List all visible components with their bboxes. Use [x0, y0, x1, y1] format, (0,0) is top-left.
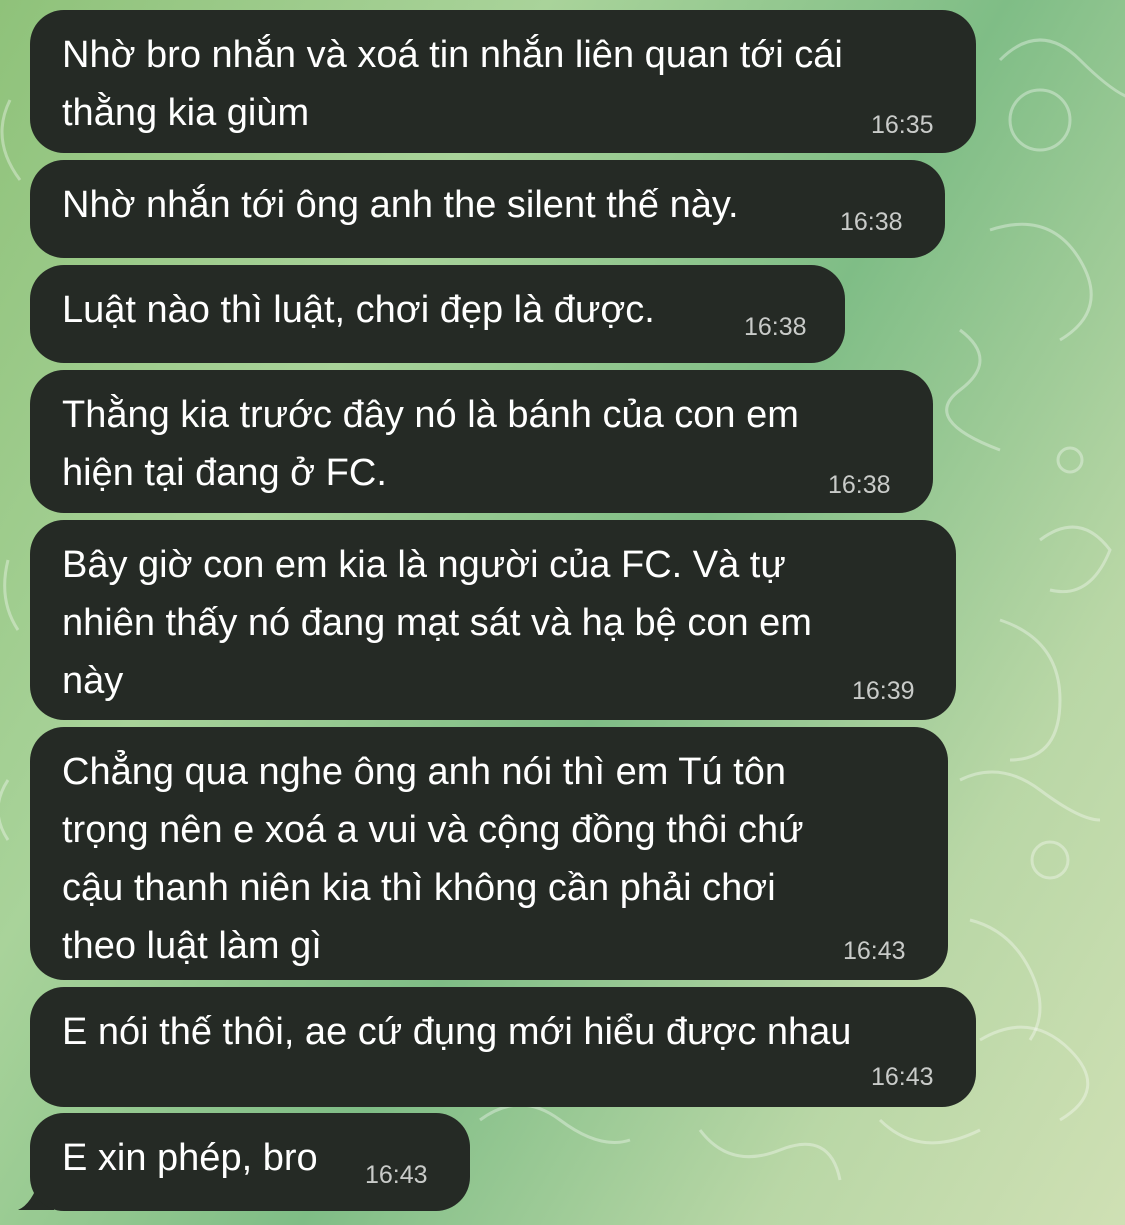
message-time: 16:38: [744, 313, 807, 341]
message-bubble[interactable]: Luật nào thì luật, chơi đẹp là được. 16:…: [30, 265, 845, 363]
message-text: Bây giờ con em kia là người của FC. Và t…: [62, 544, 812, 702]
message-bubble[interactable]: Thằng kia trước đây nó là bánh của con e…: [30, 370, 933, 513]
message-text: Thằng kia trước đây nó là bánh của con e…: [62, 394, 799, 494]
message-time: 16:43: [843, 937, 906, 965]
message-time: 16:39: [852, 677, 915, 705]
message-text: Chẳng qua nghe ông anh nói thì em Tú tôn…: [62, 751, 804, 967]
message-time: 16:35: [871, 111, 934, 139]
message-bubble[interactable]: E xin phép, bro 16:43: [30, 1113, 470, 1211]
message-text: Nhờ bro nhắn và xoá tin nhắn liên quan t…: [62, 34, 843, 134]
message-text: E xin phép, bro: [62, 1137, 318, 1179]
message-time: 16:43: [365, 1161, 428, 1189]
chat-history[interactable]: Nhờ bro nhắn và xoá tin nhắn liên quan t…: [0, 0, 1125, 1225]
message-bubble[interactable]: Chẳng qua nghe ông anh nói thì em Tú tôn…: [30, 727, 948, 980]
message-bubble[interactable]: Nhờ nhắn tới ông anh the silent thế này.…: [30, 160, 945, 258]
message-time: 16:38: [828, 471, 891, 499]
message-text: E nói thế thôi, ae cứ đụng mới hiểu được…: [62, 1011, 852, 1053]
message-bubble[interactable]: Nhờ bro nhắn và xoá tin nhắn liên quan t…: [30, 10, 976, 153]
message-text: Luật nào thì luật, chơi đẹp là được.: [62, 289, 655, 331]
message-text: Nhờ nhắn tới ông anh the silent thế này.: [62, 184, 739, 226]
message-time: 16:38: [840, 208, 903, 236]
message-time: 16:43: [871, 1063, 934, 1091]
message-bubble[interactable]: E nói thế thôi, ae cứ đụng mới hiểu được…: [30, 987, 976, 1107]
message-bubble[interactable]: Bây giờ con em kia là người của FC. Và t…: [30, 520, 956, 720]
